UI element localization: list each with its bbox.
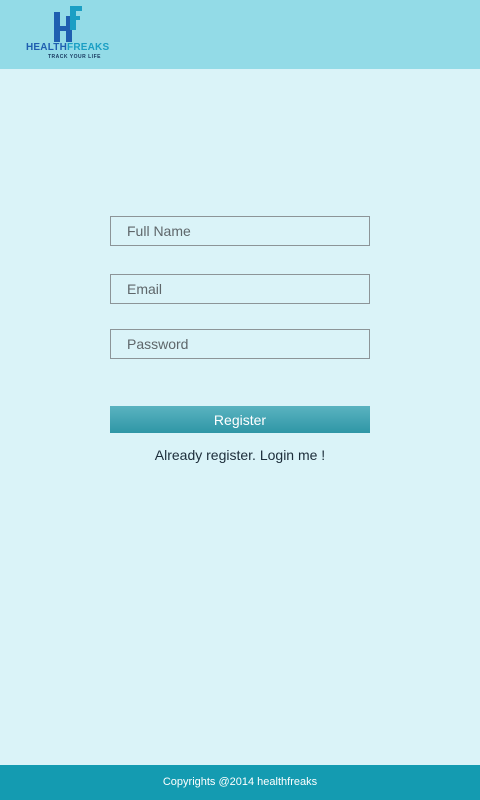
full-name-input[interactable] [110, 216, 370, 246]
email-input[interactable] [110, 274, 370, 304]
register-button[interactable]: Register [110, 406, 370, 433]
app-header: HEALTHFREAKS TRACK YOUR LIFE [0, 0, 480, 69]
password-input[interactable] [110, 329, 370, 359]
login-link[interactable]: Already register. Login me ! [0, 447, 480, 463]
copyright-text: Copyrights @2014 healthfreaks [162, 776, 318, 788]
healthfreaks-logo[interactable]: HEALTHFREAKS TRACK YOUR LIFE [26, 6, 118, 62]
logo-word-health: HEALTH [26, 42, 68, 53]
logo-word-freaks: FREAKS [67, 42, 110, 53]
logo-wordmark: HEALTHFREAKS [26, 43, 109, 53]
app-footer: Copyrights @2014 healthfreaks [0, 765, 480, 800]
hf-monogram-icon [54, 6, 82, 42]
logo-tagline: TRACK YOUR LIFE [48, 54, 101, 60]
